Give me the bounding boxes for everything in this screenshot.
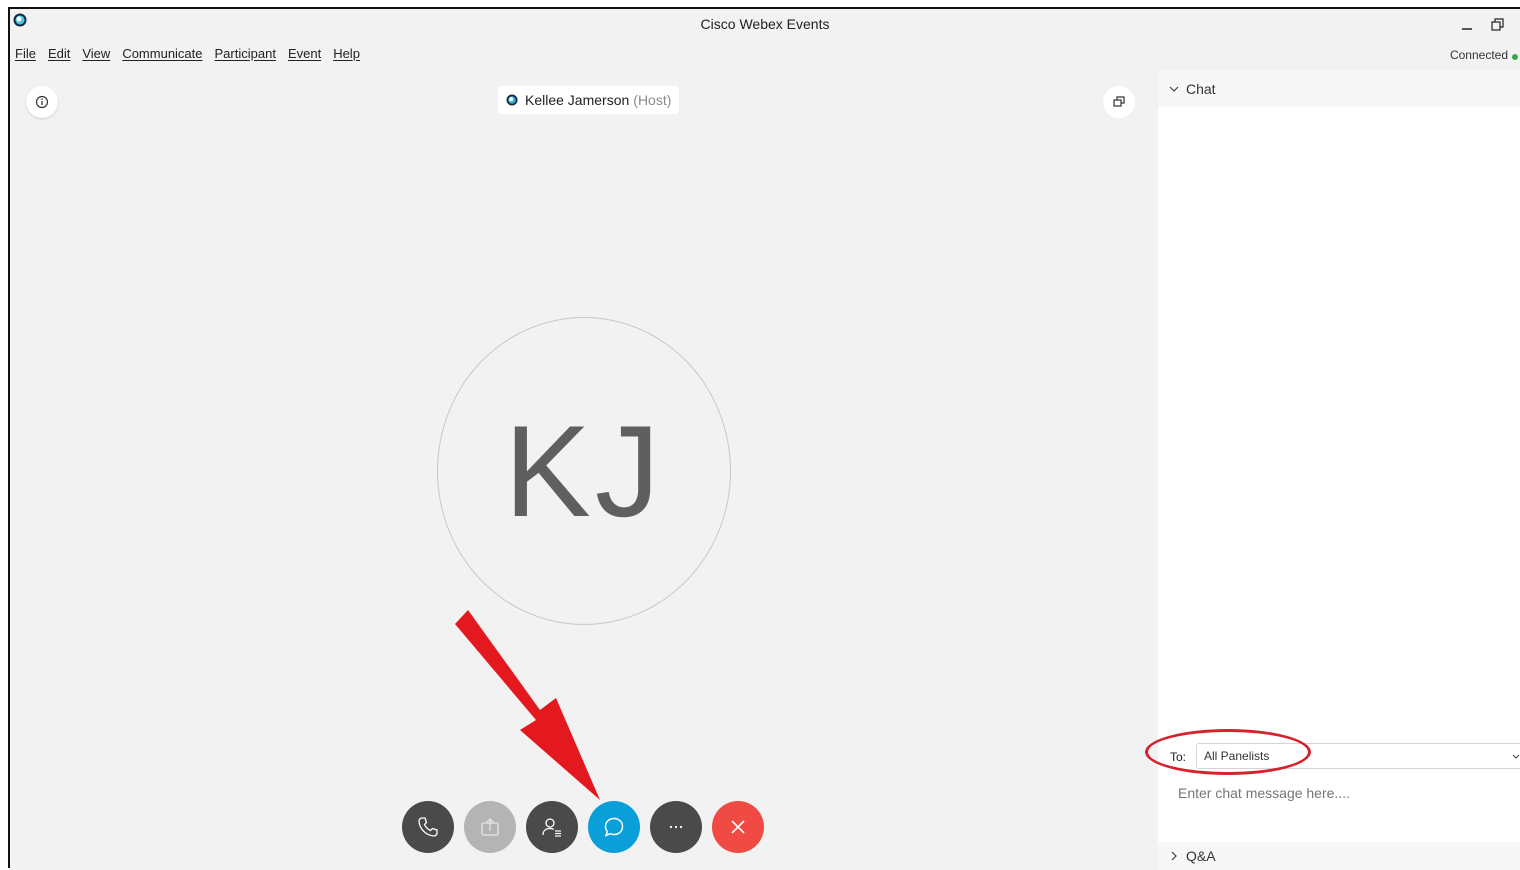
popout-icon [1113,96,1125,107]
share-button[interactable] [464,801,516,853]
leave-button[interactable] [712,801,764,853]
video-stage: Kellee Jamerson (Host) KJ [10,71,1158,870]
menu-help[interactable]: Help [333,46,360,68]
annotation-ellipse [1145,729,1311,775]
host-name: Kellee Jamerson [525,92,630,108]
title-bar: Cisco Webex Events [10,9,1520,41]
menu-edit[interactable]: Edit [48,46,70,68]
window-title: Cisco Webex Events [700,16,830,32]
more-button[interactable] [650,801,702,853]
connection-status-dot [1512,54,1518,60]
participants-icon [542,818,561,837]
qa-panel-header[interactable]: Q&A [1158,842,1520,870]
menu-event[interactable]: Event [288,46,321,68]
menu-file[interactable]: File [15,46,36,68]
meeting-controls [402,801,764,853]
chat-panel-header[interactable]: Chat [1158,71,1520,107]
more-icon [669,825,683,829]
close-icon [731,820,745,834]
connection-status: Connected [1449,48,1508,62]
chat-button[interactable] [588,801,640,853]
chat-icon [604,817,624,837]
webex-window: Cisco Webex Events File Edit View Commun… [8,7,1520,870]
side-panel: Chat To: All Panelists Q&A [1145,71,1520,870]
chat-recipient-row: To: All Panelists [1145,729,1520,775]
restore-icon[interactable] [1488,15,1508,35]
meeting-info-button[interactable] [26,86,58,118]
chevron-right-icon [1171,851,1177,861]
phone-icon [418,817,438,837]
participants-button[interactable] [526,801,578,853]
active-speaker-label: Kellee Jamerson (Host) [498,86,680,114]
minimize-icon[interactable] [1458,15,1478,35]
chevron-down-icon [1169,86,1179,92]
popout-button[interactable] [1103,86,1135,118]
chat-message-input[interactable] [1178,785,1508,801]
qa-title: Q&A [1186,848,1216,864]
webex-status-icon [506,94,518,106]
menu-participant[interactable]: Participant [215,46,276,68]
menu-view[interactable]: View [82,46,110,68]
host-role: (Host) [633,92,672,108]
audio-button[interactable] [402,801,454,853]
info-icon [35,95,49,109]
participant-avatar: KJ [437,317,731,625]
menu-communicate[interactable]: Communicate [122,46,202,68]
share-icon [481,818,499,836]
avatar-initials: KJ [504,398,664,544]
chevron-down-icon [1512,754,1520,759]
menu-bar: File Edit View Communicate Participant E… [10,46,366,68]
chat-title: Chat [1186,81,1216,97]
